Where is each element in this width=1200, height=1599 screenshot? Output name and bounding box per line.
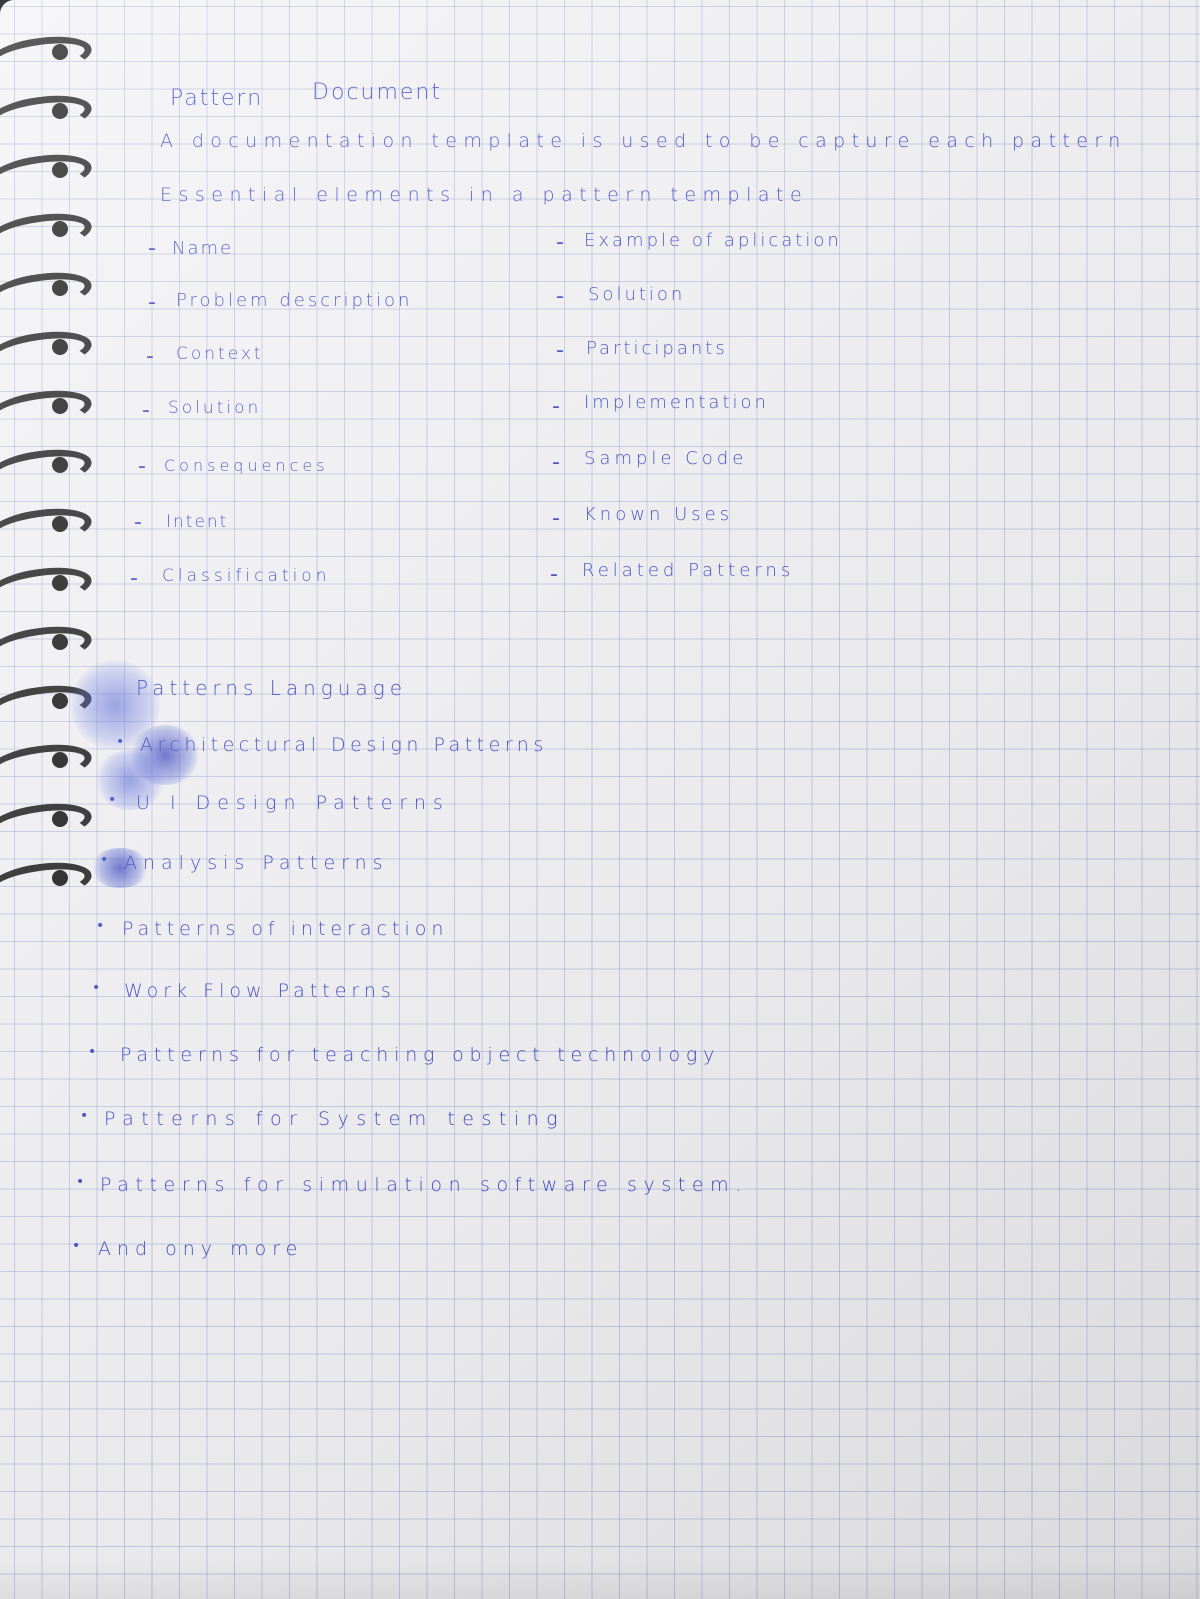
list-item: Known Uses	[584, 504, 734, 525]
list-item: Patterns for teaching object technology	[120, 1044, 721, 1066]
list-item: Consequences	[164, 456, 329, 475]
list-dash: -	[556, 338, 564, 363]
bullet-dot: •	[100, 852, 109, 868]
list-dash: -	[134, 510, 142, 535]
bullet-dot: •	[116, 734, 125, 750]
list-item: Analysis Patterns	[124, 852, 389, 874]
page-shadow	[0, 1559, 1200, 1599]
list-item: Sample Code	[584, 448, 748, 469]
list-item: Problem description	[176, 290, 413, 311]
list-dash: -	[552, 506, 560, 531]
bullet-dot: •	[80, 1108, 89, 1124]
list-item: Classification	[162, 566, 331, 586]
list-item: Context	[176, 344, 264, 364]
list-item: Architectural Design Patterns	[140, 734, 548, 756]
list-item: Patterns of interaction	[122, 918, 449, 940]
list-dash: -	[556, 284, 564, 309]
section-title: Patterns Language	[136, 676, 408, 700]
list-item: Name	[172, 238, 234, 259]
list-dash: -	[148, 236, 156, 261]
intro-line: A documentation template is used to be c…	[160, 130, 1127, 152]
bullet-dot: •	[72, 1238, 81, 1254]
list-dash: -	[142, 398, 150, 423]
list-item: Solution	[588, 284, 686, 305]
list-item: Solution	[168, 398, 262, 418]
list-dash: -	[552, 394, 560, 419]
list-dash: -	[550, 562, 558, 587]
list-item: Related Patterns	[582, 560, 795, 581]
list-item: Patterns for simulation software system.	[100, 1174, 748, 1196]
list-dash: -	[552, 450, 560, 475]
list-dash: -	[138, 454, 146, 479]
bullet-dot: •	[76, 1174, 85, 1190]
bullet-dot: •	[88, 1044, 97, 1060]
list-item: Work Flow Patterns	[124, 980, 396, 1002]
list-item: Patterns for System testing	[104, 1108, 566, 1130]
list-item: Example of aplication	[584, 230, 842, 251]
bullet-dot: •	[108, 792, 117, 808]
notebook-page: Pattern Document A documentation templat…	[0, 0, 1200, 1599]
list-item: Implementation	[584, 392, 769, 413]
list-item: U I Design Patterns	[136, 792, 450, 814]
list-item: Participants	[586, 338, 728, 359]
list-dash: -	[130, 566, 138, 591]
bullet-dot: •	[96, 918, 105, 934]
list-dash: -	[146, 344, 154, 369]
bullet-dot: •	[92, 980, 101, 996]
list-dash: -	[148, 290, 156, 315]
list-item: Intent	[166, 512, 229, 532]
essential-line: Essential elements in a pattern template	[160, 184, 809, 206]
list-dash: -	[556, 230, 564, 255]
page-title-word-1: Pattern	[170, 86, 264, 111]
page-title-word-2: Document	[312, 80, 442, 105]
list-item: And ony more	[98, 1238, 304, 1260]
